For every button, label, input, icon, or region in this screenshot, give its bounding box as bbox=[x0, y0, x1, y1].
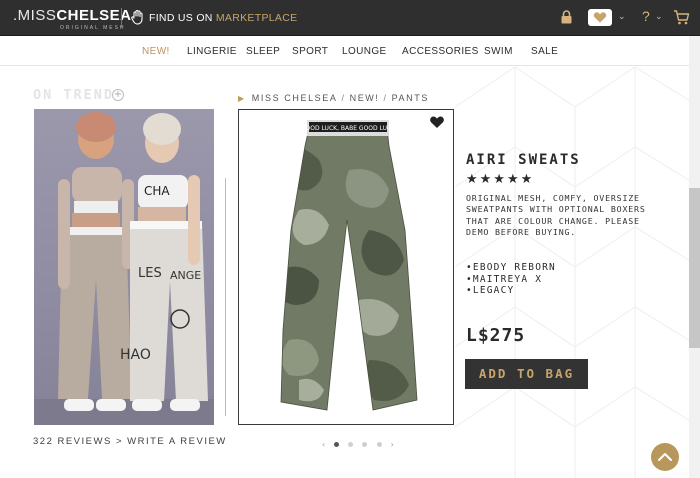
heart-icon bbox=[593, 12, 607, 23]
waistband-text: GOOD LUCK, BABE GOOD LUCK bbox=[301, 125, 396, 132]
breadcrumb-separator: / bbox=[341, 93, 346, 103]
nav-item-accessories[interactable]: ACCESSORIES bbox=[402, 46, 479, 57]
logo-text: .MISSCHELSEA bbox=[13, 8, 132, 24]
logo[interactable]: .MISSCHELSEA ORIGINAL MESH bbox=[13, 8, 132, 32]
chevron-right-icon[interactable]: › bbox=[391, 440, 394, 449]
product-price: L$275 bbox=[466, 325, 526, 346]
carousel-indicator: ‹ › bbox=[320, 434, 396, 453]
back-to-top-button[interactable] bbox=[651, 443, 679, 471]
chevron-left-icon[interactable]: ‹ bbox=[322, 440, 325, 449]
plus-icon[interactable]: + bbox=[112, 89, 124, 101]
logo-thin-text: .MISS bbox=[13, 7, 57, 24]
svg-text:LES: LES bbox=[138, 266, 162, 281]
nav-item-sale[interactable]: SALE bbox=[531, 46, 558, 57]
breadcrumb-item-pants[interactable]: PANTS bbox=[392, 93, 429, 103]
scrollbar-thumb[interactable] bbox=[689, 188, 700, 348]
body-item: •EBODY REBORN bbox=[466, 262, 556, 273]
header-divider bbox=[121, 8, 122, 28]
compatible-bodies-list: •EBODY REBORN •MAITREYA X •LEGACY bbox=[466, 262, 556, 297]
add-to-bag-button[interactable]: ADD TO BAG bbox=[465, 359, 588, 389]
on-trend-image[interactable]: CHA LES ANGE HAO bbox=[34, 109, 214, 425]
main-nav: NEW! LINGERIE SLEEP SPORT LOUNGE ACCESSO… bbox=[0, 36, 700, 66]
hand-icon bbox=[131, 9, 143, 25]
body-item: •LEGACY bbox=[466, 285, 515, 296]
star-rating: ★★★★★ bbox=[466, 172, 535, 187]
chevron-down-icon[interactable]: ⌄ bbox=[618, 12, 626, 22]
product-image-frame[interactable]: GOOD LUCK, BABE GOOD LUCK bbox=[238, 109, 454, 425]
marketplace-link[interactable]: FIND US ON MARKETPLACE bbox=[149, 12, 297, 24]
carousel-dot[interactable] bbox=[334, 442, 340, 447]
help-icon[interactable]: ? bbox=[642, 8, 650, 24]
lock-icon[interactable] bbox=[561, 10, 572, 24]
product-title: AIRI SWEATS bbox=[466, 152, 581, 168]
nav-item-sport[interactable]: SPORT bbox=[292, 46, 328, 57]
nav-item-new[interactable]: NEW! bbox=[142, 46, 170, 57]
nav-item-lounge[interactable]: LOUNGE bbox=[342, 46, 387, 57]
chevron-down-icon[interactable]: ⌄ bbox=[655, 12, 663, 22]
wishlist-button[interactable] bbox=[588, 9, 612, 26]
chevron-up-icon bbox=[658, 453, 672, 461]
breadcrumb-separator: / bbox=[383, 93, 388, 103]
reviews-link[interactable]: 322 REVIEWS > WRITE A REVIEW bbox=[33, 436, 227, 447]
nav-item-lingerie[interactable]: LINGERIE bbox=[187, 46, 237, 57]
breadcrumb: ▶ MISS CHELSEA / NEW! / PANTS bbox=[238, 93, 429, 103]
carousel-dot[interactable] bbox=[376, 442, 382, 447]
product-description: ORIGINAL MESH, COMFY, OVERSIZE SWEATPANT… bbox=[466, 193, 646, 238]
carousel-dot[interactable] bbox=[348, 442, 354, 447]
logo-subtitle: ORIGINAL MESH bbox=[59, 25, 126, 31]
carousel-dot[interactable] bbox=[362, 442, 368, 447]
cart-icon[interactable] bbox=[673, 9, 690, 25]
breadcrumb-item-home[interactable]: MISS CHELSEA bbox=[252, 93, 338, 103]
column-divider bbox=[225, 178, 226, 416]
breadcrumb-arrow-icon: ▶ bbox=[238, 94, 246, 103]
marketplace-text: MARKETPLACE bbox=[215, 12, 298, 24]
breadcrumb-item-new[interactable]: NEW! bbox=[350, 93, 380, 103]
models-illustration: CHA LES ANGE HAO bbox=[34, 112, 214, 425]
svg-text:HAO: HAO bbox=[120, 347, 151, 363]
body-item: •MAITREYA X bbox=[466, 273, 543, 285]
on-trend-heading: ON TREND bbox=[33, 87, 115, 103]
svg-text:CHA: CHA bbox=[144, 184, 170, 198]
top-bar: .MISSCHELSEA ORIGINAL MESH FIND US ON MA… bbox=[0, 0, 700, 36]
nav-item-sleep[interactable]: SLEEP bbox=[246, 46, 280, 57]
camo-pants-image: GOOD LUCK, BABE GOOD LUCK bbox=[280, 120, 418, 411]
nav-item-swim[interactable]: SWIM bbox=[484, 46, 513, 57]
svg-text:ANGE: ANGE bbox=[170, 269, 201, 282]
findus-text: FIND US ON bbox=[149, 12, 216, 24]
wishlist-heart-icon[interactable] bbox=[429, 115, 445, 129]
